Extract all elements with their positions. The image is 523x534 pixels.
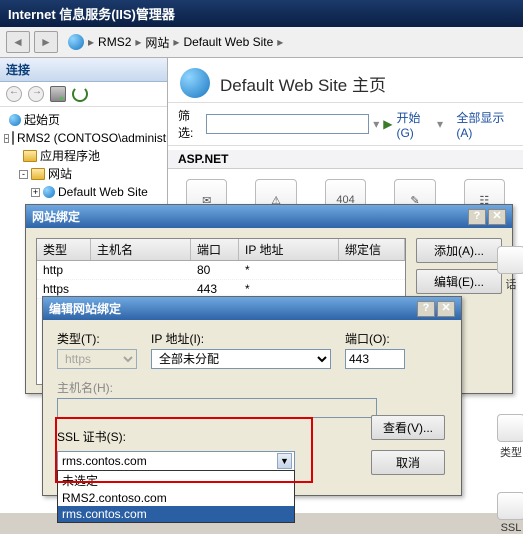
help-button[interactable]: ? <box>417 301 435 317</box>
port-label: 端口(O): <box>345 330 405 347</box>
crumb-sites[interactable]: 网站 <box>145 34 169 51</box>
tree-sites[interactable]: - 网站 <box>4 165 163 183</box>
dialog-title: 编辑网站绑定 <box>49 300 121 317</box>
right-icon[interactable]: 话 <box>495 246 523 292</box>
tree-app-pools[interactable]: 应用程序池 <box>4 147 163 165</box>
cancel-button[interactable]: 取消 <box>371 450 445 475</box>
hostname-input <box>57 398 377 418</box>
window-titlebar: Internet 信息服务(IIS)管理器 <box>0 0 523 27</box>
ssl-cert-dropdown-list[interactable]: 未选定 RMS2.contoso.com rms.contos.com <box>57 470 295 523</box>
save-icon[interactable] <box>50 86 66 102</box>
binding-row[interactable]: http 80 * <box>37 261 405 280</box>
ssl-cert-combo[interactable]: rms.contos.com ▼ <box>57 451 295 471</box>
tree-default-site[interactable]: + Default Web Site <box>4 183 163 201</box>
ssl-option[interactable]: 未选定 <box>58 471 294 490</box>
window-title: Internet 信息服务(IIS)管理器 <box>8 7 175 22</box>
type-label: 类型(T): <box>57 330 137 347</box>
edit-binding-dialog: 编辑网站绑定 ? ✕ 类型(T): https IP 地址(I): 全部未分配 … <box>42 296 462 496</box>
filter-label: 筛选: <box>178 107 202 141</box>
nav-back-button[interactable]: ◄ <box>6 31 30 53</box>
connections-header: 连接 <box>0 58 167 82</box>
back-icon[interactable] <box>6 86 22 102</box>
folder-icon <box>23 150 37 162</box>
right-rail-icons: 话 类型 SSL <box>499 246 523 534</box>
chevron-down-icon[interactable]: ▼ <box>277 453 292 469</box>
show-all-link[interactable]: 全部显示(A) <box>456 109 513 140</box>
expander-icon[interactable]: - <box>4 134 9 143</box>
type-select: https <box>57 349 137 369</box>
crumb-root[interactable]: RMS2 <box>98 35 131 49</box>
ssl-icon <box>497 492 523 520</box>
help-button[interactable]: ? <box>468 209 486 225</box>
group-aspnet: ASP.NET <box>168 150 523 169</box>
expander-icon[interactable]: - <box>19 170 28 179</box>
site-icon <box>180 68 210 98</box>
user-icon <box>497 246 523 274</box>
close-button[interactable]: ✕ <box>488 209 506 225</box>
breadcrumb[interactable]: ▸ RMS2 ▸ 网站 ▸ Default Web Site ▸ <box>62 34 517 51</box>
ip-label: IP 地址(I): <box>151 330 331 347</box>
ssl-option-selected[interactable]: rms.contos.com <box>58 506 294 522</box>
add-binding-button[interactable]: 添加(A)... <box>416 238 502 263</box>
page-title-row: Default Web Site 主页 <box>168 58 523 102</box>
edit-binding-button[interactable]: 编辑(E)... <box>416 269 502 294</box>
view-cert-button[interactable]: 查看(V)... <box>371 415 445 440</box>
port-input[interactable] <box>345 349 405 369</box>
hostname-label: 主机名(H): <box>57 379 377 396</box>
nav-forward-button[interactable]: ► <box>34 31 58 53</box>
ssl-option[interactable]: RMS2.contoso.com <box>58 490 294 506</box>
expander-icon[interactable]: + <box>31 188 40 197</box>
breadcrumb-toolbar: ◄ ► ▸ RMS2 ▸ 网站 ▸ Default Web Site ▸ <box>0 27 523 58</box>
type-icon <box>497 414 523 442</box>
refresh-icon[interactable] <box>72 86 88 102</box>
connections-tree[interactable]: 起始页 - RMS2 (CONTOSO\administrato 应用程序池 -… <box>0 107 167 205</box>
dialog-title: 网站绑定 <box>32 208 80 225</box>
go-icon[interactable]: ▶ <box>383 117 392 131</box>
dialog-titlebar[interactable]: 网站绑定 ? ✕ <box>26 205 512 228</box>
close-button[interactable]: ✕ <box>437 301 455 317</box>
home-icon <box>9 114 21 126</box>
server-icon <box>12 131 14 145</box>
filter-row: 筛选: ▾ ▶ 开始(G) ▾ 全部显示(A) <box>168 102 523 146</box>
connections-toolbar <box>0 82 167 107</box>
ip-select[interactable]: 全部未分配 <box>151 349 331 369</box>
filter-input[interactable] <box>206 114 369 134</box>
folder-icon <box>31 168 45 180</box>
globe-icon <box>68 34 84 50</box>
listview-header: 类型 主机名 端口 IP 地址 绑定信 <box>37 239 405 261</box>
tree-start-page[interactable]: 起始页 <box>4 111 163 129</box>
page-title: Default Web Site 主页 <box>220 71 386 96</box>
crumb-default-site[interactable]: Default Web Site <box>183 35 273 49</box>
forward-icon[interactable] <box>28 86 44 102</box>
tree-server[interactable]: - RMS2 (CONTOSO\administrato <box>4 129 163 147</box>
site-icon <box>43 186 55 198</box>
right-icon[interactable]: 类型 <box>495 414 523 460</box>
dialog-titlebar[interactable]: 编辑网站绑定 ? ✕ <box>43 297 461 320</box>
right-icon[interactable]: SSL <box>495 492 523 534</box>
start-link[interactable]: 开始(G) <box>396 109 433 140</box>
